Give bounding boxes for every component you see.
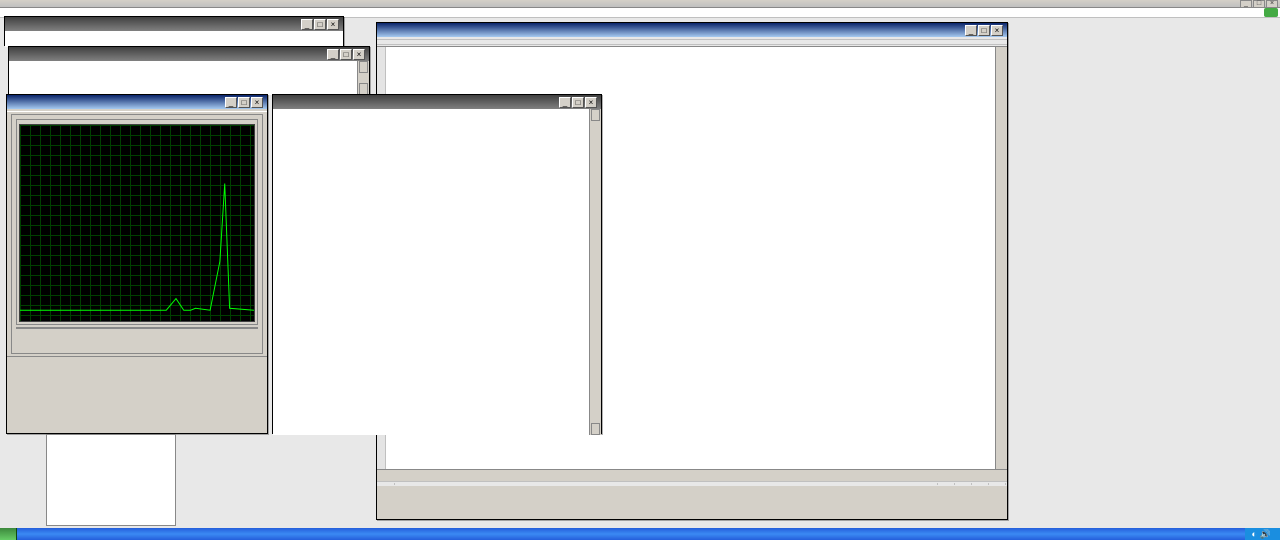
status-length [921, 483, 938, 485]
tray-icon[interactable]: 🔊 [1260, 529, 1271, 540]
cmd-window-2[interactable]: _□× [8, 46, 370, 94]
maximize-icon[interactable]: □ [340, 49, 352, 60]
go-icon[interactable] [1264, 8, 1278, 17]
maximize-icon[interactable]: □ [572, 97, 584, 108]
cmd-window-1[interactable]: _□× [4, 16, 344, 46]
browser-chrome: _ □ × [0, 0, 1280, 8]
graph-line [20, 125, 254, 318]
tm-network-group [16, 119, 258, 325]
minimize-icon[interactable]: _ [327, 49, 339, 60]
tm-titlebar[interactable]: _□× [7, 95, 267, 109]
tm-columns [16, 327, 258, 329]
folder-tree[interactable] [46, 434, 176, 526]
close-icon[interactable]: × [991, 25, 1003, 36]
status-pos [938, 483, 955, 485]
close-icon[interactable]: × [353, 49, 365, 60]
status-enc [972, 483, 989, 485]
status-eol [955, 483, 972, 485]
cmd-window-3[interactable]: _□× [272, 94, 602, 434]
network-graph [19, 124, 255, 322]
status-spacer [395, 483, 921, 485]
close-icon[interactable]: × [327, 19, 339, 30]
cmd3-titlebar[interactable]: _□× [273, 95, 601, 109]
maximize-icon[interactable]: □ [978, 25, 990, 36]
maximize-button[interactable]: □ [1253, 0, 1265, 8]
window-controls: _ □ × [1239, 0, 1278, 8]
cmd1-titlebar[interactable]: _□× [5, 17, 343, 31]
minimize-icon[interactable]: _ [965, 25, 977, 36]
scrollbar[interactable] [589, 109, 601, 435]
scrollbar[interactable] [357, 61, 369, 95]
maximize-icon[interactable]: □ [314, 19, 326, 30]
cmd3-body [273, 109, 601, 435]
scrollbar-h[interactable] [377, 469, 1007, 481]
minimize-icon[interactable]: _ [559, 97, 571, 108]
taskbar: ◐ 🔊 [0, 528, 1280, 540]
cmd2-body [9, 61, 369, 95]
status-lang [378, 483, 395, 485]
close-icon[interactable]: × [585, 97, 597, 108]
npp-statusbar [377, 481, 1007, 486]
system-tray[interactable]: ◐ 🔊 [1245, 528, 1280, 540]
start-button[interactable] [0, 528, 17, 540]
tm-statusbar [7, 356, 267, 359]
npp-titlebar[interactable]: _□× [377, 23, 1007, 37]
cmd2-titlebar[interactable]: _□× [9, 47, 369, 61]
tm-menubar [7, 109, 267, 112]
minimize-button[interactable]: _ [1240, 0, 1252, 8]
maximize-icon[interactable]: □ [238, 97, 250, 108]
minimize-icon[interactable]: _ [301, 19, 313, 30]
close-button[interactable]: × [1266, 0, 1278, 8]
tray-icon[interactable]: ◐ [1251, 529, 1256, 539]
close-icon[interactable]: × [251, 97, 263, 108]
status-ins [989, 483, 1006, 485]
minimize-icon[interactable]: _ [225, 97, 237, 108]
cmd1-body [5, 31, 343, 47]
scrollbar-v[interactable] [995, 47, 1007, 481]
task-manager-window[interactable]: _□× [6, 94, 268, 434]
tm-panel [11, 114, 263, 354]
